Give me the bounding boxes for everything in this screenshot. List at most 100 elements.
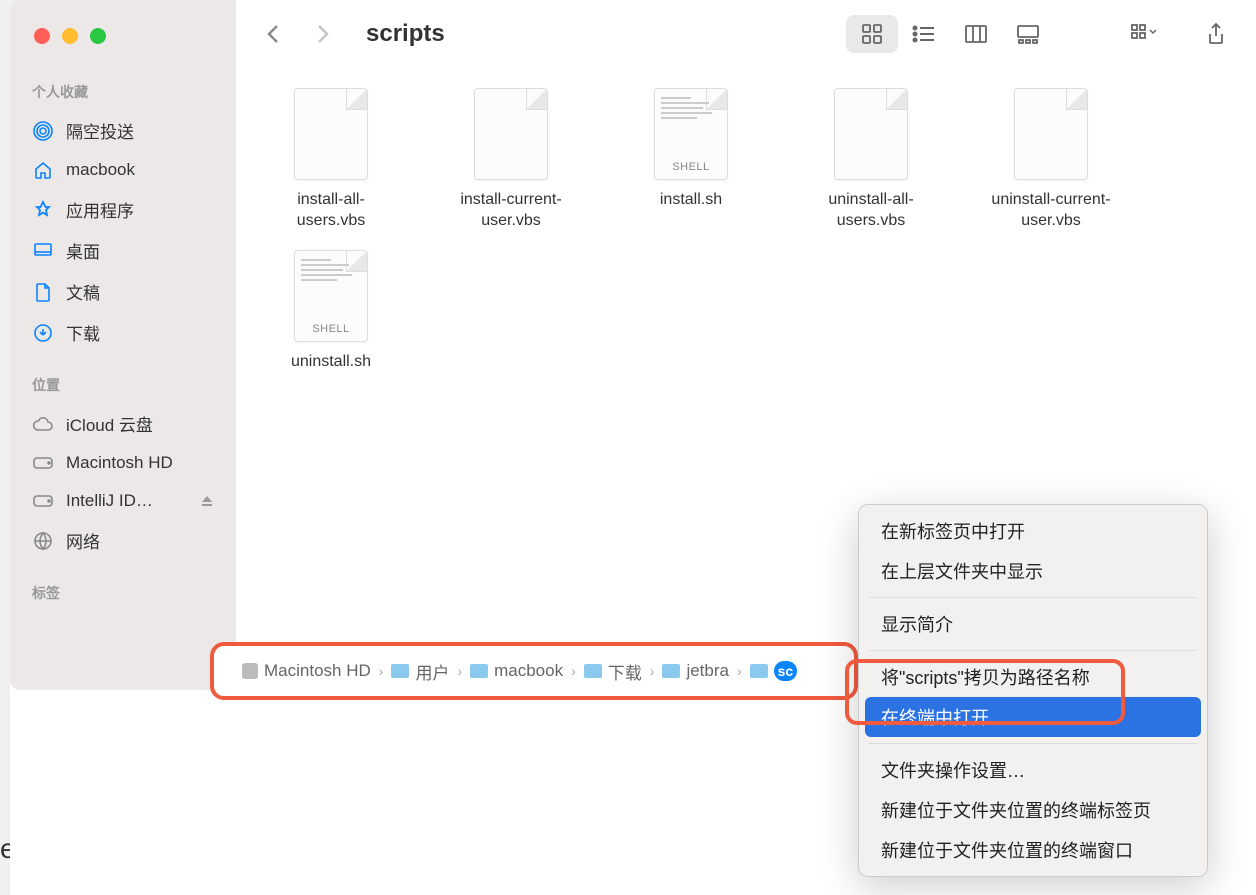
- file-name: install-current-user.vbs: [446, 190, 576, 232]
- chevron-right-icon: ›: [457, 663, 462, 679]
- file-name: install-all-users.vbs: [266, 190, 396, 232]
- sidebar-item-label: macbook: [66, 160, 135, 180]
- sidebar-item-icloud[interactable]: iCloud 云盘: [10, 403, 236, 444]
- forward-button[interactable]: [302, 14, 342, 54]
- sidebar-item-airdrop[interactable]: 隔空投送: [10, 110, 236, 151]
- column-view-button[interactable]: [950, 15, 1002, 53]
- breadcrumb-label: 下载: [608, 659, 642, 684]
- shell-file-icon: [294, 250, 368, 342]
- sidebar-item-macintosh-hd[interactable]: Macintosh HD: [10, 444, 236, 482]
- folder-icon: [750, 664, 768, 678]
- breadcrumb-label: 用户: [415, 659, 449, 684]
- sidebar: 个人收藏 隔空投送 macbook 应用程序 桌面 文稿: [10, 0, 236, 690]
- breadcrumb-item[interactable]: jetbra: [662, 661, 729, 681]
- sidebar-item-label: 文稿: [66, 279, 100, 304]
- menu-separator: [869, 743, 1197, 744]
- file-icon: [834, 88, 908, 180]
- download-icon: [32, 322, 54, 344]
- menu-open-new-tab[interactable]: 在新标签页中打开: [859, 511, 1207, 551]
- file-item[interactable]: install-all-users.vbs: [266, 88, 396, 232]
- back-button[interactable]: [254, 14, 294, 54]
- close-button[interactable]: [34, 28, 50, 44]
- sidebar-item-documents[interactable]: 文稿: [10, 271, 236, 312]
- sidebar-item-downloads[interactable]: 下载: [10, 312, 236, 353]
- chevron-right-icon: ›: [571, 663, 576, 679]
- breadcrumb-item[interactable]: 下载: [584, 659, 642, 684]
- menu-folder-actions[interactable]: 文件夹操作设置…: [859, 750, 1207, 790]
- sidebar-item-label: iCloud 云盘: [66, 411, 153, 436]
- icon-view-button[interactable]: [846, 15, 898, 53]
- group-button[interactable]: [1122, 15, 1166, 53]
- folder-icon: [662, 664, 680, 678]
- file-icon: [1014, 88, 1088, 180]
- folder-icon: [584, 664, 602, 678]
- menu-new-terminal-window[interactable]: 新建位于文件夹位置的终端窗口: [859, 830, 1207, 870]
- selected-folder-badge: sc: [774, 661, 798, 681]
- sidebar-section-tags: 标签: [10, 577, 236, 611]
- airdrop-icon: [32, 120, 54, 142]
- sidebar-item-label: 应用程序: [66, 197, 134, 222]
- doc-icon: [32, 281, 54, 303]
- view-switcher: [846, 15, 1054, 53]
- sidebar-item-home[interactable]: macbook: [10, 151, 236, 189]
- share-button[interactable]: [1194, 15, 1238, 53]
- menu-open-in-terminal[interactable]: 在终端中打开: [865, 697, 1201, 737]
- file-item[interactable]: uninstall.sh: [266, 250, 396, 373]
- file-name: install.sh: [660, 190, 722, 211]
- toolbar: scripts: [236, 0, 1256, 68]
- sidebar-section-favorites: 个人收藏: [10, 76, 236, 110]
- menu-show-in-enclosing[interactable]: 在上层文件夹中显示: [859, 551, 1207, 591]
- file-item[interactable]: install-current-user.vbs: [446, 88, 576, 232]
- breadcrumb-label: Macintosh HD: [264, 661, 371, 681]
- file-item[interactable]: uninstall-current-user.vbs: [986, 88, 1116, 232]
- sidebar-item-applications[interactable]: 应用程序: [10, 189, 236, 230]
- breadcrumb-label: jetbra: [686, 661, 729, 681]
- list-view-button[interactable]: [898, 15, 950, 53]
- sidebar-item-network[interactable]: 网络: [10, 520, 236, 561]
- sidebar-item-desktop[interactable]: 桌面: [10, 230, 236, 271]
- breadcrumb-item[interactable]: Macintosh HD: [242, 661, 371, 681]
- sidebar-item-label: IntelliJ ID…: [66, 491, 153, 511]
- file-item[interactable]: uninstall-all-users.vbs: [806, 88, 936, 232]
- file-name: uninstall-current-user.vbs: [986, 190, 1116, 232]
- folder-icon: [470, 664, 488, 678]
- zoom-button[interactable]: [90, 28, 106, 44]
- window-controls: [10, 10, 236, 72]
- file-name: uninstall.sh: [291, 352, 371, 373]
- menu-separator: [869, 650, 1197, 651]
- breadcrumb-item[interactable]: macbook: [470, 661, 563, 681]
- house-icon: [32, 159, 54, 181]
- sidebar-item-label: 隔空投送: [66, 118, 134, 143]
- menu-new-terminal-tab[interactable]: 新建位于文件夹位置的终端标签页: [859, 790, 1207, 830]
- gallery-view-button[interactable]: [1002, 15, 1054, 53]
- eject-icon[interactable]: [200, 494, 214, 508]
- chevron-right-icon: ›: [737, 663, 742, 679]
- file-icon: [294, 88, 368, 180]
- window-title: scripts: [366, 20, 445, 48]
- cloud-icon: [32, 413, 54, 435]
- folder-icon: [391, 664, 409, 678]
- sidebar-item-label: Macintosh HD: [66, 453, 173, 473]
- breadcrumb-item[interactable]: sc: [750, 661, 798, 681]
- apps-icon: [32, 199, 54, 221]
- menu-copy-as-path[interactable]: 将"scripts"拷贝为路径名称: [859, 657, 1207, 697]
- shell-file-icon: [654, 88, 728, 180]
- globe-icon: [32, 530, 54, 552]
- file-item[interactable]: install.sh: [626, 88, 756, 232]
- sidebar-item-intellij[interactable]: IntelliJ ID…: [10, 482, 236, 520]
- minimize-button[interactable]: [62, 28, 78, 44]
- breadcrumb-label: macbook: [494, 661, 563, 681]
- sidebar-item-label: 网络: [66, 528, 100, 553]
- disk-icon: [32, 490, 54, 512]
- file-icon: [474, 88, 548, 180]
- breadcrumb-item[interactable]: 用户: [391, 659, 449, 684]
- menu-get-info[interactable]: 显示简介: [859, 604, 1207, 644]
- hd-icon: [242, 663, 258, 679]
- sidebar-section-locations: 位置: [10, 369, 236, 403]
- desktop-icon: [32, 240, 54, 262]
- disk-icon: [32, 452, 54, 474]
- menu-separator: [869, 597, 1197, 598]
- file-name: uninstall-all-users.vbs: [806, 190, 936, 232]
- sidebar-item-label: 桌面: [66, 238, 100, 263]
- path-bar[interactable]: Macintosh HD › 用户 › macbook › 下载 › jetbr…: [210, 642, 858, 700]
